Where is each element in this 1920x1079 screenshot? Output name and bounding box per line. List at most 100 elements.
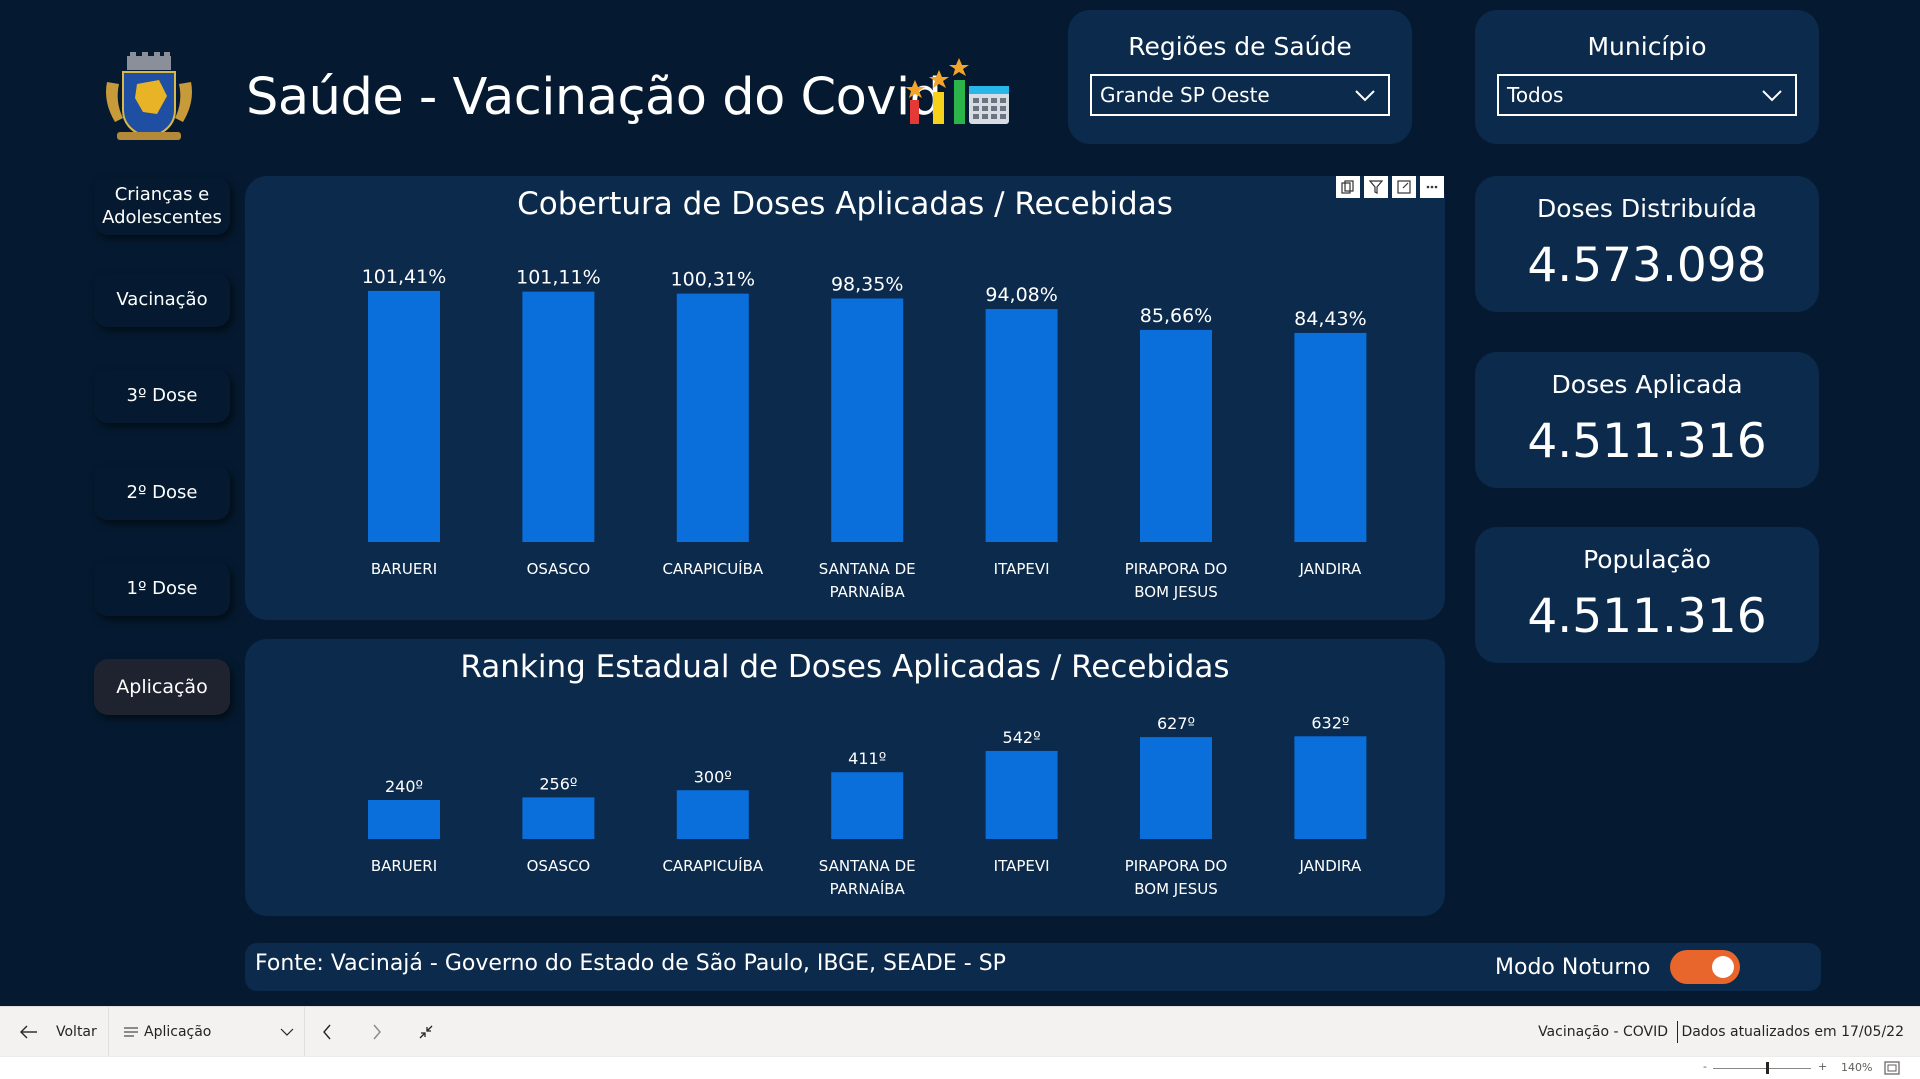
municipality-filter-label: Município — [1587, 32, 1707, 61]
source-text: Fonte: Vacinajá - Governo do Estado de S… — [255, 951, 1006, 976]
category-label-0: BARUERI — [371, 560, 437, 578]
page-selector[interactable]: Aplicação — [124, 1007, 294, 1057]
bar-3[interactable] — [831, 772, 904, 839]
data-label-1: 256º — [539, 774, 577, 793]
divider — [304, 1007, 305, 1057]
bar-3[interactable] — [831, 298, 904, 542]
zoom-in-icon[interactable]: + — [1818, 1060, 1827, 1073]
category-label-5: PIRAPORA DO BOM JESUS — [1125, 857, 1228, 898]
category-label-5: PIRAPORA DO BOM JESUS — [1125, 560, 1228, 601]
back-button[interactable]: Voltar — [20, 1007, 97, 1057]
region-filter-label: Regiões de Saúde — [1128, 32, 1352, 61]
chevron-down-icon — [1762, 90, 1782, 102]
nav-3-dose-button[interactable]: 3º Dose — [94, 369, 230, 423]
category-label-1: OSASCO — [527, 857, 591, 875]
city-coat-of-arms-logo — [106, 52, 192, 140]
chevron-down-icon — [1355, 90, 1375, 102]
data-label-3: 411º — [848, 749, 886, 768]
nav-1-dose-button[interactable]: 1º Dose — [94, 562, 230, 616]
municipality-dropdown-value: Todos — [1507, 83, 1564, 107]
more-options-icon[interactable] — [1420, 176, 1444, 198]
category-label-0: BARUERI — [371, 857, 437, 875]
kpi-doses-distributed-value: 4.573.098 — [1527, 238, 1767, 293]
focus-mode-icon[interactable] — [1392, 176, 1416, 198]
fit-to-page-icon[interactable] — [1884, 1061, 1900, 1075]
data-label-6: 632º — [1311, 713, 1349, 732]
kpi-population-value: 4.511.316 — [1527, 589, 1767, 644]
bar-0[interactable] — [368, 290, 440, 542]
zoom-bar: - + 140% — [0, 1056, 1920, 1079]
bar-5[interactable] — [1140, 737, 1212, 839]
bar-1[interactable] — [522, 291, 595, 542]
chevron-left-icon — [323, 1024, 331, 1040]
data-label-0: 101,41% — [362, 266, 447, 288]
divider — [1677, 1021, 1678, 1043]
filter-icon[interactable] — [1364, 176, 1388, 198]
kpi-doses-applied-value: 4.511.316 — [1527, 414, 1767, 469]
zoom-level: 140% — [1841, 1061, 1873, 1074]
data-label-6: 84,43% — [1294, 308, 1366, 330]
category-label-6: JANDIRA — [1299, 560, 1362, 578]
nav-criancas-adolescentes-button[interactable]: Crianças e Adolescentes — [94, 177, 230, 235]
nav-aplicacao-button[interactable]: Aplicação — [94, 659, 230, 715]
bar-2[interactable] — [676, 293, 749, 542]
data-label-2: 300º — [694, 767, 732, 786]
list-icon — [124, 1027, 138, 1037]
toggle-knob — [1712, 956, 1734, 978]
bar-1[interactable] — [522, 797, 595, 839]
night-mode-toggle[interactable] — [1670, 950, 1740, 984]
previous-page-button[interactable] — [322, 1007, 332, 1057]
nav-vacinacao-button[interactable]: Vacinação — [94, 273, 230, 327]
copy-visual-icon[interactable] — [1336, 176, 1360, 198]
page-selector-label: Aplicação — [144, 1024, 212, 1040]
source-bar: Fonte: Vacinajá - Governo do Estado de S… — [245, 943, 1821, 991]
bar-2[interactable] — [676, 790, 749, 839]
data-label-5: 627º — [1157, 714, 1195, 733]
night-mode-label: Modo Noturno — [1495, 955, 1651, 980]
data-label-2: 100,31% — [671, 269, 756, 291]
kpi-doses-applied: Doses Aplicada 4.511.316 — [1475, 352, 1819, 488]
kpi-population-label: População — [1583, 545, 1711, 574]
municipality-dropdown[interactable]: Todos — [1497, 74, 1797, 116]
report-canvas: Saúde - Vacinação do Covid Regiões de Sa… — [0, 0, 1920, 1006]
divider — [108, 1007, 109, 1057]
category-label-4: ITAPEVI — [994, 560, 1050, 578]
coverage-bar-chart: 101,41% BARUERI 101,11% OSASCO 100,31% CARAPI… — [362, 266, 1367, 601]
chevron-right-icon — [373, 1024, 381, 1040]
arrow-left-icon — [20, 1025, 37, 1039]
category-label-3: SANTANA DE PARNAÍBA — [819, 857, 916, 898]
region-dropdown[interactable]: Grande SP Oeste — [1090, 74, 1390, 116]
report-name: Vacinação - COVID — [1538, 1024, 1668, 1040]
visual-header-toolbar — [1336, 176, 1444, 198]
bar-4[interactable] — [985, 750, 1058, 839]
collapse-button[interactable] — [418, 1007, 434, 1057]
stats-calendar-icon — [905, 58, 1009, 124]
zoom-out-icon[interactable]: - — [1703, 1060, 1707, 1073]
last-updated-text: Dados atualizados em 17/05/22 — [1681, 1024, 1904, 1040]
bar-6[interactable] — [1294, 736, 1367, 839]
data-label-4: 94,08% — [985, 284, 1057, 306]
collapse-icon — [419, 1025, 433, 1039]
zoom-slider-thumb[interactable] — [1766, 1062, 1769, 1074]
bar-5[interactable] — [1140, 329, 1212, 542]
bar-0[interactable] — [368, 800, 440, 839]
next-page-button[interactable] — [372, 1007, 382, 1057]
kpi-population: População 4.511.316 — [1475, 527, 1819, 663]
ranking-bar-chart: 240º BARUERI 256º OSASCO 300º CARAPICUÍBA 411º… — [368, 713, 1367, 898]
bar-4[interactable] — [985, 309, 1058, 542]
data-label-1: 101,11% — [516, 267, 601, 289]
kpi-doses-distributed-label: Doses Distribuída — [1536, 194, 1758, 223]
data-label-5: 85,66% — [1140, 305, 1212, 327]
bar-6[interactable] — [1294, 332, 1367, 542]
data-label-0: 240º — [385, 777, 423, 796]
region-filter-card: Regiões de Saúde Grande SP Oeste — [1068, 10, 1412, 144]
data-label-3: 98,35% — [831, 273, 903, 295]
category-label-2: CARAPICUÍBA — [662, 856, 763, 875]
zoom-slider[interactable] — [1713, 1068, 1811, 1069]
back-label: Voltar — [56, 1024, 97, 1040]
data-label-4: 542º — [1003, 728, 1041, 747]
kpi-doses-applied-label: Doses Aplicada — [1551, 370, 1743, 399]
category-label-4: ITAPEVI — [994, 857, 1050, 875]
nav-2-dose-button[interactable]: 2º Dose — [94, 466, 230, 520]
category-label-6: JANDIRA — [1299, 857, 1362, 875]
